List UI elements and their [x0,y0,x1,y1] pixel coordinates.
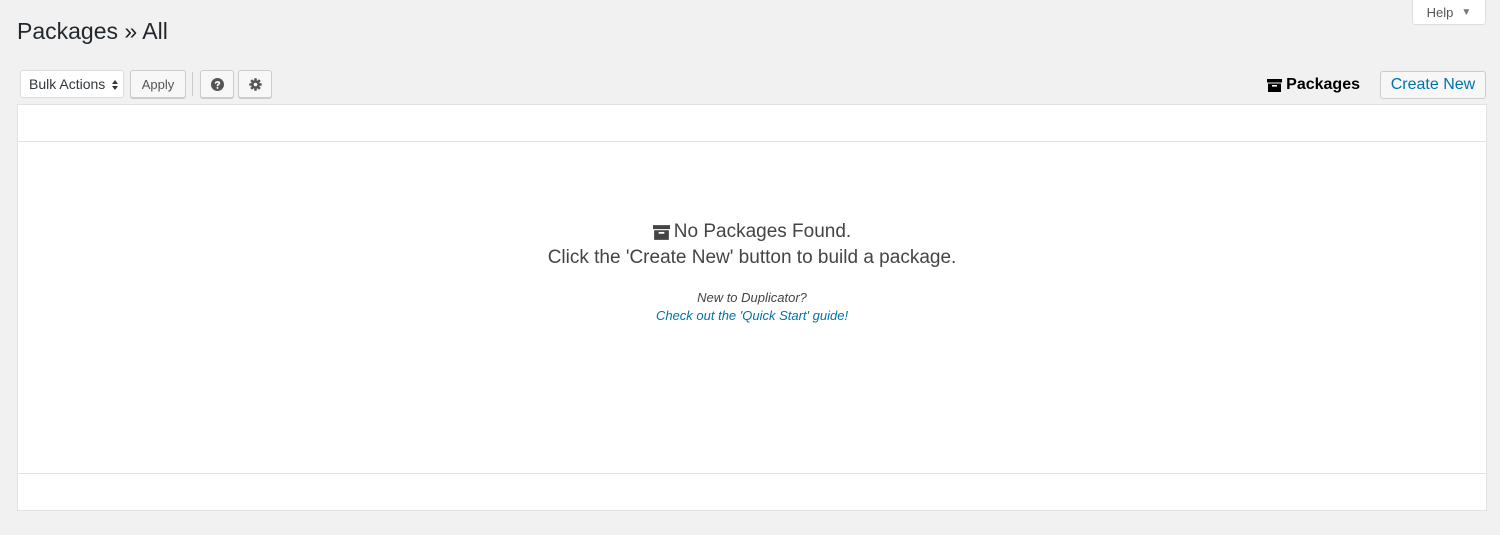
gear-icon [248,77,262,91]
toolbar-divider [192,72,193,96]
table-header-row [18,105,1486,142]
toolbar: Bulk Actions Apply Packages Create New [20,70,1486,99]
apply-button[interactable]: Apply [130,70,186,98]
create-new-button[interactable]: Create New [1380,71,1486,99]
new-to-duplicator-text: New to Duplicator? [697,290,807,305]
page-title: Packages » All [17,18,168,44]
bulk-actions-label: Bulk Actions [29,76,106,92]
select-arrows-icon [112,80,118,90]
quick-start-guide-link[interactable]: Check out the 'Quick Start' guide! [18,307,1486,325]
empty-state: No Packages Found. Click the 'Create New… [18,219,1486,325]
help-button[interactable] [200,70,234,98]
empty-state-message: Click the 'Create New' button to build a… [547,247,957,268]
settings-button[interactable] [238,70,272,98]
question-circle-icon [210,77,224,91]
empty-state-title: No Packages Found. [18,219,1486,245]
archive-icon [652,224,670,240]
packages-table: No Packages Found. Click the 'Create New… [17,104,1487,511]
packages-heading: Packages [1267,76,1360,94]
caret-down-icon: ▼ [1461,6,1472,18]
help-tab-button[interactable]: Help ▼ [1412,0,1486,25]
packages-heading-label: Packages [1286,76,1360,93]
table-footer-row [18,473,1486,510]
archive-icon [1267,78,1283,92]
empty-state-title-text: No Packages Found. [673,221,852,242]
help-tab-label: Help [1426,4,1454,20]
bulk-actions-select[interactable]: Bulk Actions [20,70,124,98]
